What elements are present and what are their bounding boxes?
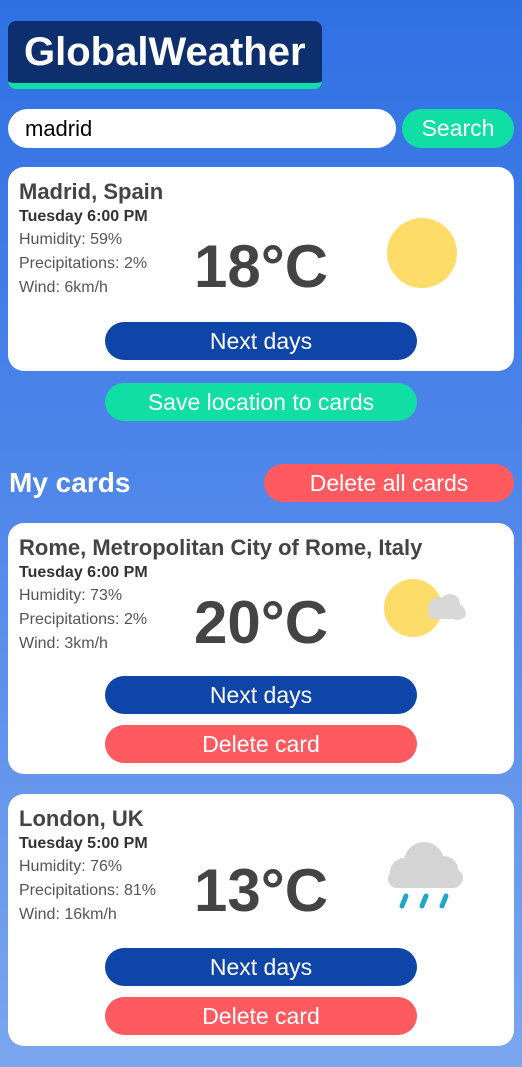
delete-all-cards-button[interactable]: Delete all cards (264, 464, 514, 502)
current-weather-card: Madrid, Spain Tuesday 6:00 PM Humidity: … (8, 167, 514, 371)
sun-icon (387, 218, 457, 288)
save-location-button[interactable]: Save location to cards (105, 383, 417, 421)
temperature: 20°C (194, 589, 329, 656)
precipitation-text: Precipitations: 81% (19, 882, 156, 899)
precipitation-text: Precipitations: 2% (19, 611, 148, 628)
wind-text: Wind: 6km/h (19, 279, 108, 296)
temperature: 18°C (194, 233, 329, 300)
my-cards-title: My cards (9, 467, 131, 498)
local-time: Tuesday 6:00 PM (19, 208, 148, 225)
location-name: London, UK (19, 806, 144, 831)
wind-text: Wind: 3km/h (19, 635, 108, 652)
precipitation-text: Precipitations: 2% (19, 255, 148, 272)
partly-cloudy-icon (384, 579, 466, 637)
next-days-button[interactable]: Next days (105, 948, 417, 986)
rain-cloud-icon (388, 842, 463, 909)
wind-text: Wind: 16km/h (19, 906, 117, 923)
saved-card: Rome, Metropolitan City of Rome, Italy T… (8, 523, 514, 774)
next-days-button[interactable]: Next days (105, 322, 417, 360)
location-name: Madrid, Spain (19, 179, 164, 204)
local-time: Tuesday 6:00 PM (19, 564, 148, 581)
search-input[interactable] (8, 109, 396, 148)
local-time: Tuesday 5:00 PM (19, 835, 148, 852)
delete-card-button[interactable]: Delete card (105, 725, 417, 763)
humidity-text: Humidity: 73% (19, 587, 123, 604)
location-name: Rome, Metropolitan City of Rome, Italy (19, 535, 423, 560)
search-button[interactable]: Search (402, 109, 514, 148)
humidity-text: Humidity: 76% (19, 858, 123, 875)
next-days-button[interactable]: Next days (105, 676, 417, 714)
saved-card: London, UK Tuesday 5:00 PM Humidity: 76%… (8, 794, 514, 1046)
delete-card-button[interactable]: Delete card (105, 997, 417, 1035)
temperature: 13°C (194, 857, 329, 924)
humidity-text: Humidity: 59% (19, 231, 123, 248)
app-logo: GlobalWeather (8, 21, 322, 89)
